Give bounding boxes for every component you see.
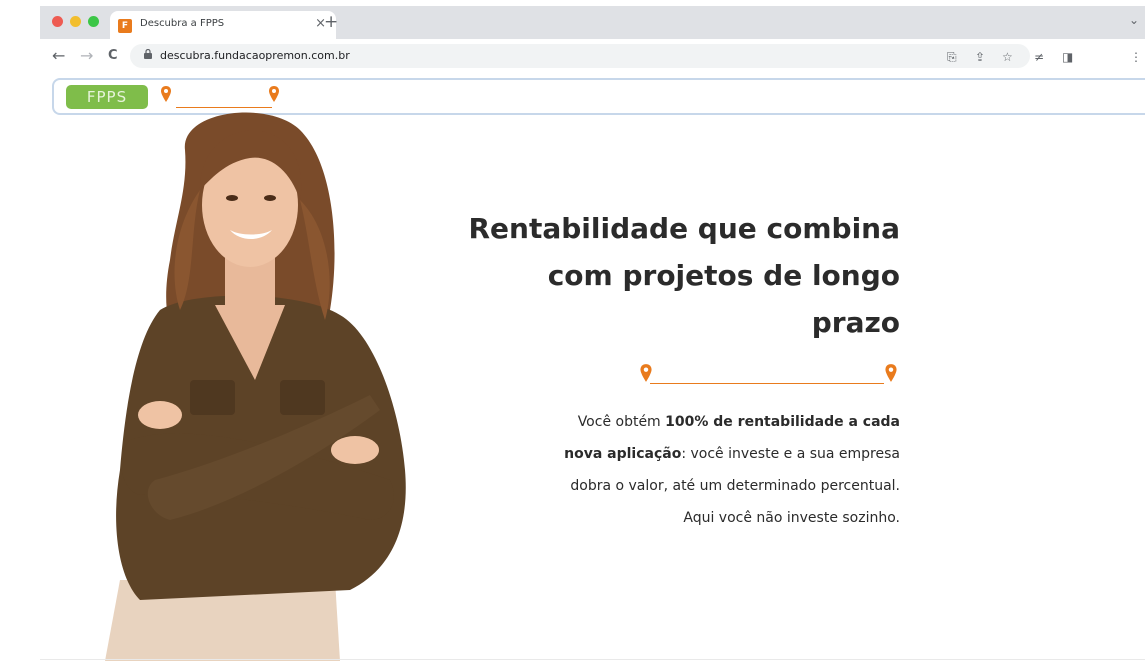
browser-toolbar: ← → C descubra.fundacaopremon.com.br ⎘ ⇪… [40, 39, 1145, 76]
lock-icon [144, 49, 152, 59]
close-window-button[interactable] [52, 16, 63, 27]
headline-line: com projetos de longo [547, 259, 900, 292]
desc-bold-text: nova aplicação [564, 446, 682, 462]
location-pin-icon [640, 364, 652, 382]
header-route-line [176, 107, 272, 108]
desc-text: : você investe e a sua empresa [681, 446, 900, 462]
location-pin-icon [269, 86, 279, 102]
extensions-icon[interactable]: ≠ [1034, 50, 1044, 64]
favicon-icon: F [118, 19, 132, 33]
reload-button[interactable]: C [108, 48, 118, 63]
bookmark-star-icon[interactable]: ☆ [1002, 50, 1013, 64]
desc-text: Você obtém [577, 414, 666, 430]
address-bar[interactable]: descubra.fundacaopremon.com.br [130, 44, 1030, 68]
menu-icon[interactable]: ⋮ [1130, 50, 1142, 64]
desc-line: Aqui você não investe sozinho. [683, 510, 900, 526]
hero-woman-photo [105, 112, 406, 661]
tab-title: Descubra a FPPS [140, 18, 225, 29]
browser-tab[interactable]: F Descubra a FPPS × [110, 11, 336, 39]
browser-chrome: F Descubra a FPPS × + ⌄ ← → C descubra.f… [40, 6, 1145, 76]
side-panel-icon[interactable]: ◨ [1062, 50, 1073, 64]
tab-search-icon[interactable]: ⌄ [1129, 13, 1139, 27]
desc-bold-text: 100% de rentabilidade a cada [665, 414, 900, 430]
location-pin-icon [161, 86, 171, 102]
desc-line: dobra o valor, até um determinado percen… [570, 478, 900, 494]
forward-button[interactable]: → [80, 46, 93, 65]
location-pin-icon [885, 364, 897, 382]
hero-route-line [650, 383, 884, 384]
desc-line: Você obtém 100% de rentabilidade a cada [500, 406, 900, 438]
headline-line: Rentabilidade que combina [468, 212, 900, 245]
page-divider [40, 659, 1145, 660]
zoom-window-button[interactable] [88, 16, 99, 27]
fpps-logo[interactable]: FPPS [66, 85, 148, 109]
minimize-window-button[interactable] [70, 16, 81, 27]
share-icon[interactable]: ⇪ [975, 50, 985, 64]
hero-headline: Rentabilidade que combina com projetos d… [400, 205, 900, 346]
url-text: descubra.fundacaopremon.com.br [160, 49, 350, 62]
tab-bar: F Descubra a FPPS × + ⌄ [40, 6, 1145, 39]
headline-line: prazo [811, 306, 900, 339]
new-tab-button[interactable]: + [324, 12, 338, 32]
translate-icon[interactable]: ⎘ [947, 50, 957, 65]
desc-line: nova aplicação: você investe e a sua emp… [500, 438, 900, 470]
back-button[interactable]: ← [52, 46, 65, 65]
hero-description: Você obtém 100% de rentabilidade a cada … [500, 406, 900, 534]
